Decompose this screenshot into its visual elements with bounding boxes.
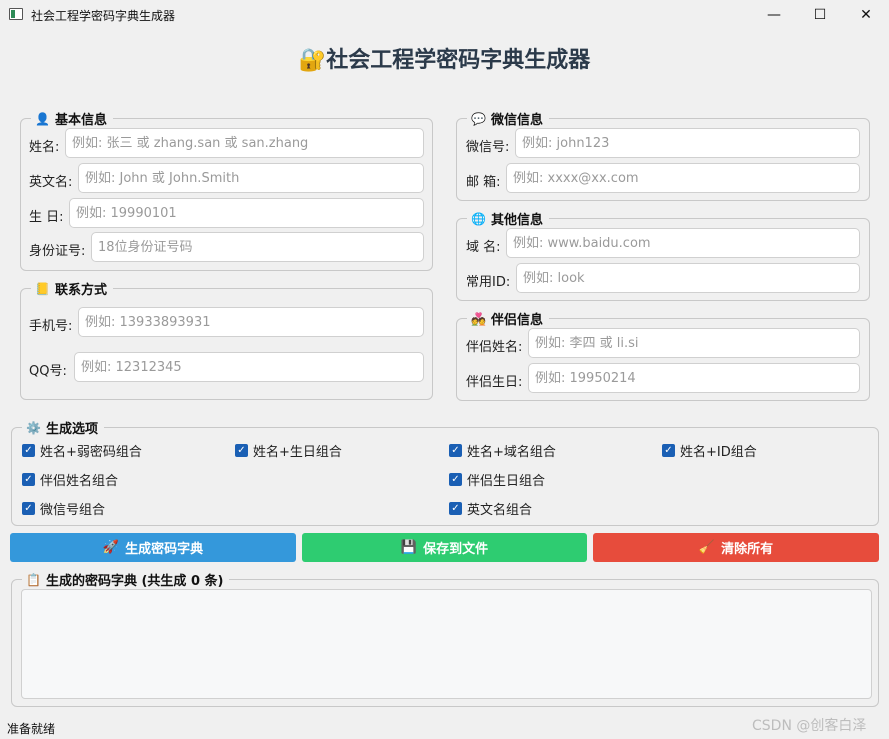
id-number-label: 身份证号:	[29, 244, 86, 259]
option-name-birthday[interactable]: ✓ 姓名+生日组合	[235, 441, 342, 460]
checkbox-checked-icon[interactable]: ✓	[22, 473, 35, 486]
wechat-id-label: 微信号:	[466, 140, 510, 155]
domain-input[interactable]	[506, 228, 860, 258]
partner-name-input[interactable]	[528, 328, 860, 358]
basic-info-title: 基本信息	[54, 113, 107, 128]
rocket-icon: 🚀	[102, 540, 120, 555]
checkbox-checked-icon[interactable]: ✓	[662, 444, 675, 457]
wechat-legend: 💬 微信信息	[467, 109, 549, 128]
close-button[interactable]: ✕	[843, 0, 889, 30]
checkbox-checked-icon[interactable]: ✓	[22, 502, 35, 515]
phone-input[interactable]	[78, 307, 424, 337]
id-number-input[interactable]	[91, 232, 424, 262]
status-bar-text: 准备就绪	[7, 722, 56, 736]
option-partner-name[interactable]: ✓ 伴侣姓名组合	[22, 470, 118, 489]
generate-dictionary-button[interactable]: 🚀 生成密码字典	[10, 533, 296, 562]
floppy-disk-icon: 💾	[400, 540, 418, 555]
generate-label: 生成密码字典	[125, 542, 204, 557]
option-label: 伴侣姓名组合	[40, 474, 119, 489]
save-to-file-button[interactable]: 💾 保存到文件	[302, 533, 587, 562]
chat-bubble-icon: 💬	[471, 111, 486, 126]
option-name-id[interactable]: ✓ 姓名+ID组合	[662, 441, 757, 460]
option-wechat[interactable]: ✓ 微信号组合	[22, 499, 105, 518]
birthday-input[interactable]	[69, 198, 424, 228]
gear-icon: ⚙️	[26, 420, 41, 435]
options-group: ⚙️ 生成选项 ✓ 姓名+弱密码组合 ✓ 姓名+生日组合 ✓ 姓名+域名组合 ✓ 姓名+…	[11, 418, 879, 526]
options-title: 生成选项	[45, 422, 98, 437]
couple-icon: 💑	[471, 311, 486, 326]
watermark: CSDN @创客白泽	[752, 718, 867, 734]
option-label: 姓名+ID组合	[680, 445, 757, 460]
wechat-id-input[interactable]	[515, 128, 860, 158]
option-name-weak[interactable]: ✓ 姓名+弱密码组合	[22, 441, 142, 460]
name-label: 姓名:	[29, 140, 60, 155]
option-label: 姓名+域名组合	[467, 445, 556, 460]
minimize-button[interactable]: —	[751, 0, 797, 30]
qq-label: QQ号:	[29, 364, 67, 379]
checkbox-checked-icon[interactable]: ✓	[449, 502, 462, 515]
globe-icon: 🌐	[471, 211, 486, 226]
contact-book-icon: 📒	[35, 281, 50, 296]
option-label: 姓名+弱密码组合	[40, 445, 142, 460]
wechat-group: 💬 微信信息 微信号: 邮 箱:	[456, 109, 870, 201]
other-info-legend: 🌐 其他信息	[467, 209, 549, 228]
email-input[interactable]	[506, 163, 860, 193]
contact-title: 联系方式	[54, 283, 107, 298]
option-label: 微信号组合	[40, 503, 106, 518]
english-name-label: 英文名:	[29, 175, 73, 190]
domain-label: 域 名:	[466, 240, 501, 255]
common-id-label: 常用ID:	[466, 275, 511, 290]
birthday-label: 生 日:	[29, 210, 64, 225]
result-group: 📋 生成的密码字典 (共生成 0 条)	[11, 570, 879, 707]
options-legend: ⚙️ 生成选项	[22, 418, 104, 437]
partner-group: 💑 伴侣信息 伴侣姓名: 伴侣生日:	[456, 309, 870, 401]
basic-info-legend: 👤 基本信息	[31, 109, 113, 128]
wechat-title: 微信信息	[490, 113, 543, 128]
maximize-button[interactable]: ☐	[797, 0, 843, 30]
contact-legend: 📒 联系方式	[31, 279, 113, 298]
english-name-input[interactable]	[78, 163, 424, 193]
partner-birthday-input[interactable]	[528, 363, 860, 393]
partner-name-label: 伴侣姓名:	[466, 340, 523, 355]
name-input[interactable]	[65, 128, 424, 158]
result-title: 生成的密码字典 (共生成 0 条)	[45, 574, 224, 589]
basic-info-group: 👤 基本信息 姓名: 英文名: 生 日: 身份证号:	[20, 109, 433, 271]
checkbox-checked-icon[interactable]: ✓	[449, 444, 462, 457]
clear-all-button[interactable]: 🧹 清除所有	[593, 533, 879, 562]
clipboard-icon: 📋	[26, 572, 41, 587]
window-title: 社会工程学密码字典生成器	[31, 9, 176, 23]
broom-icon: 🧹	[698, 540, 716, 555]
result-legend: 📋 生成的密码字典 (共生成 0 条)	[22, 570, 230, 589]
user-icon: 👤	[35, 111, 50, 126]
option-name-domain[interactable]: ✓ 姓名+域名组合	[449, 441, 556, 460]
contact-group: 📒 联系方式 手机号: QQ号:	[20, 279, 433, 400]
result-text-area[interactable]	[21, 589, 872, 699]
option-partner-birthday[interactable]: ✓ 伴侣生日组合	[449, 470, 545, 489]
checkbox-checked-icon[interactable]: ✓	[449, 473, 462, 486]
save-label: 保存到文件	[423, 542, 489, 557]
option-english-name[interactable]: ✓ 英文名组合	[449, 499, 532, 518]
option-label: 姓名+生日组合	[253, 445, 342, 460]
app-icon	[9, 8, 23, 20]
partner-legend: 💑 伴侣信息	[467, 309, 549, 328]
checkbox-checked-icon[interactable]: ✓	[22, 444, 35, 457]
option-label: 英文名组合	[467, 503, 533, 518]
email-label: 邮 箱:	[466, 175, 501, 190]
checkbox-checked-icon[interactable]: ✓	[235, 444, 248, 457]
page-title: 🔐社会工程学密码字典生成器	[298, 47, 591, 73]
option-label: 伴侣生日组合	[467, 474, 546, 489]
phone-label: 手机号:	[29, 319, 73, 334]
other-info-title: 其他信息	[490, 213, 543, 228]
partner-title: 伴侣信息	[490, 313, 543, 328]
clear-label: 清除所有	[721, 542, 774, 557]
other-info-group: 🌐 其他信息 域 名: 常用ID:	[456, 209, 870, 301]
partner-birthday-label: 伴侣生日:	[466, 375, 523, 390]
qq-input[interactable]	[74, 352, 424, 382]
common-id-input[interactable]	[516, 263, 860, 293]
